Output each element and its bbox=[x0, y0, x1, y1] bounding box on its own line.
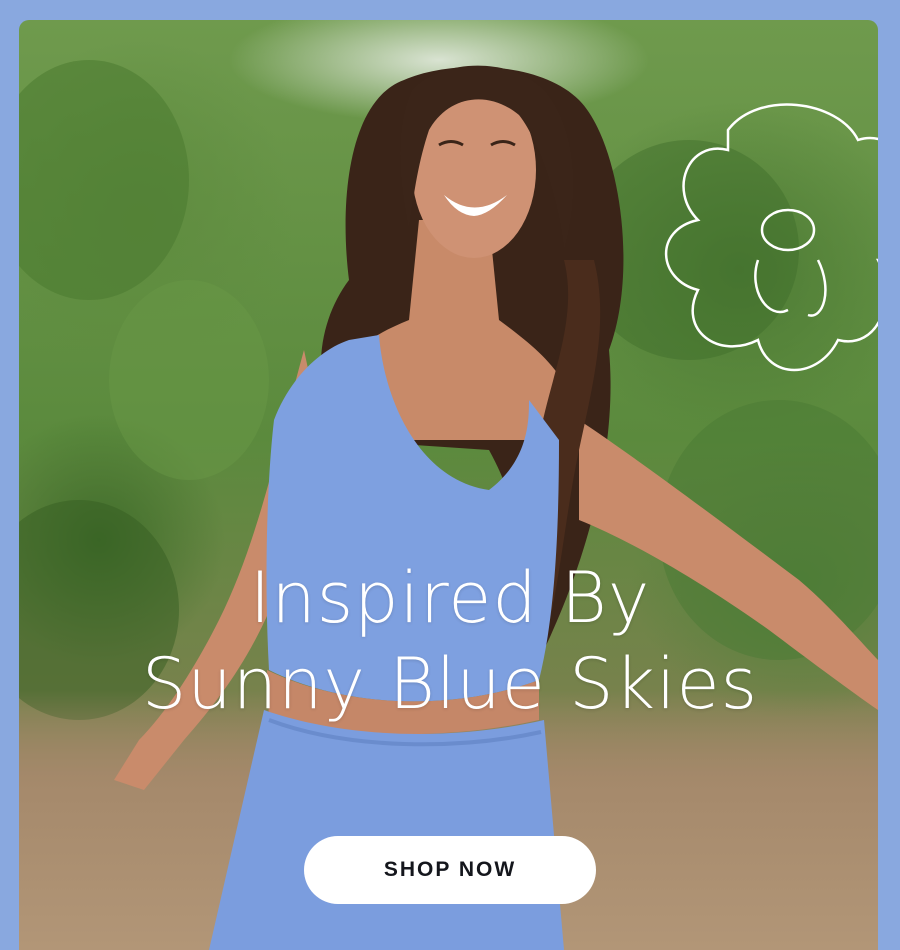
flower-outline-icon bbox=[664, 103, 878, 372]
banner-frame: Inspired By Sunny Blue Skies SHOP NOW bbox=[0, 0, 900, 950]
hero-headline: Inspired By Sunny Blue Skies bbox=[0, 555, 900, 727]
hero-image[interactable] bbox=[19, 20, 878, 950]
headline-line-1: Inspired By bbox=[249, 557, 651, 639]
shop-now-button[interactable]: SHOP NOW bbox=[304, 836, 596, 904]
headline-line-2: Sunny Blue Skies bbox=[141, 643, 759, 725]
